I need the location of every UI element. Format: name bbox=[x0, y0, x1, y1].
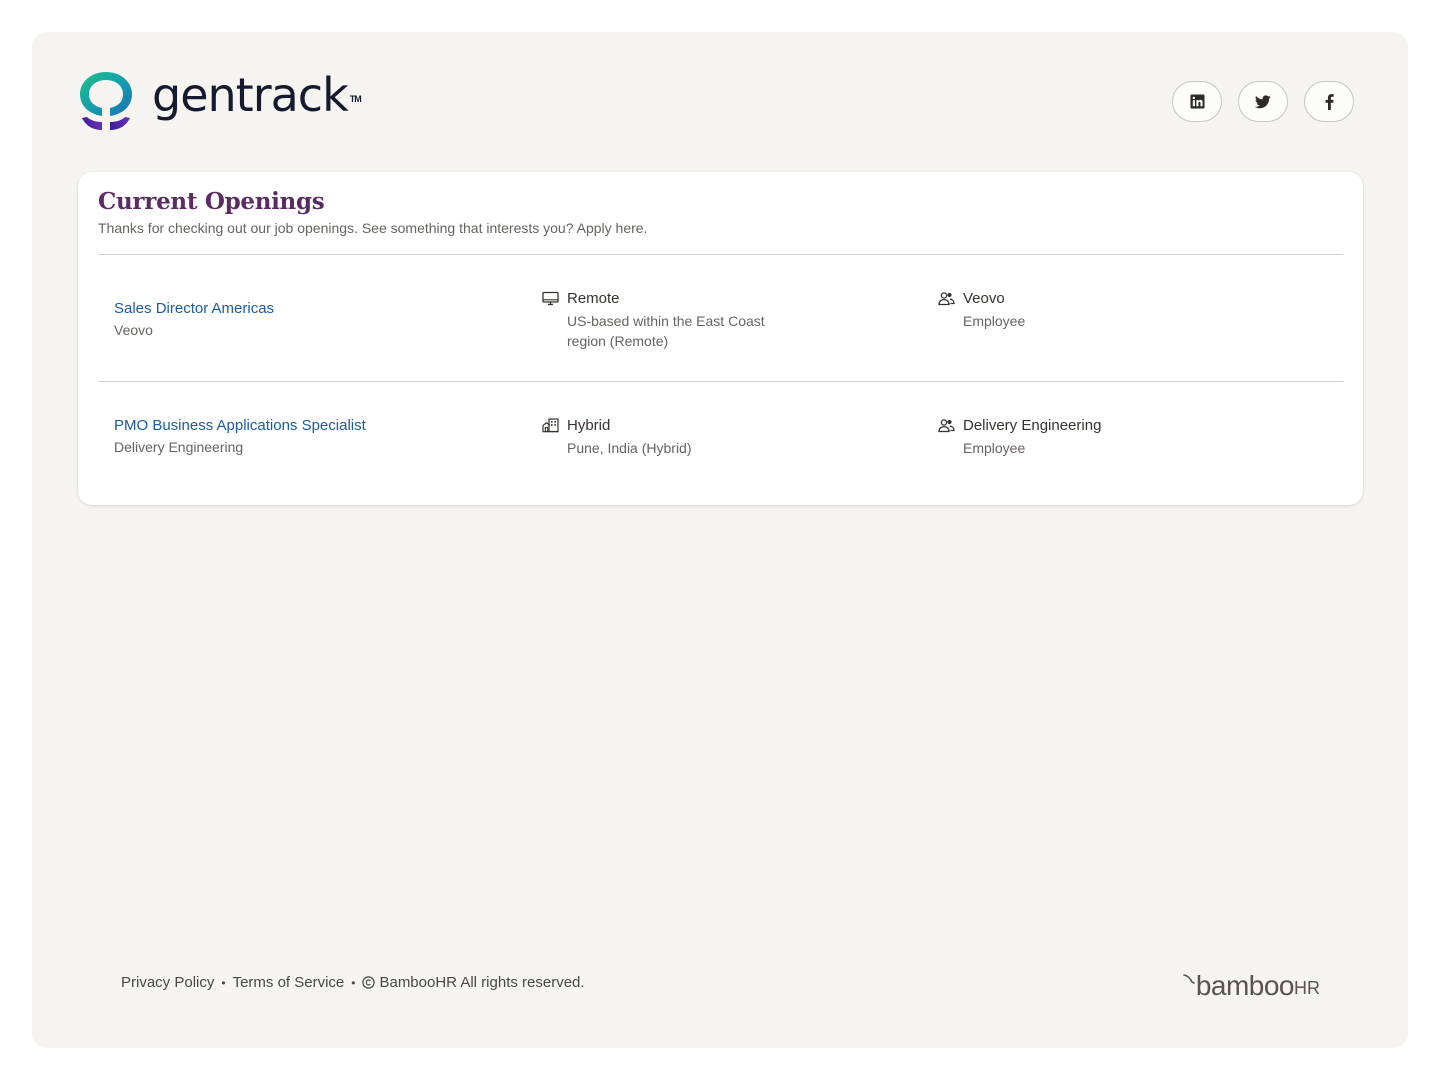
trademark-mark: TM bbox=[349, 94, 362, 104]
job-team-col: Veovo Employee bbox=[938, 290, 1025, 331]
twitter-icon bbox=[1255, 94, 1271, 108]
job-title-col: PMO Business Applications Specialist Del… bbox=[114, 417, 366, 455]
copyright-text: BambooHR All rights reserved. bbox=[379, 974, 585, 991]
employment-type: Employee bbox=[963, 440, 1026, 456]
bamboohr-suffix: HR bbox=[1294, 978, 1320, 998]
people-icon bbox=[938, 419, 955, 433]
copyright-icon bbox=[362, 976, 376, 989]
team-name: Delivery Engineering bbox=[963, 417, 1102, 434]
page-title: Current Openings bbox=[98, 188, 325, 215]
job-row: PMO Business Applications Specialist Del… bbox=[98, 417, 1343, 527]
divider bbox=[98, 381, 1343, 382]
job-title-link[interactable]: Sales Director Americas bbox=[114, 300, 274, 317]
gentrack-logo-icon bbox=[80, 72, 132, 130]
people-icon bbox=[938, 292, 955, 306]
job-location-col: Hybrid Pune, India (Hybrid) bbox=[542, 417, 792, 458]
job-title-col: Sales Director Americas Veovo bbox=[114, 300, 274, 338]
terms-of-service-link[interactable]: Terms of Service bbox=[233, 974, 345, 991]
divider bbox=[98, 254, 1343, 255]
openings-card: Current Openings Thanks for checking out… bbox=[78, 172, 1363, 505]
team-name: Veovo bbox=[963, 290, 1005, 307]
job-department: Delivery Engineering bbox=[114, 439, 244, 455]
separator-dot: • bbox=[221, 975, 226, 990]
monitor-icon bbox=[542, 291, 559, 306]
job-department: Veovo bbox=[114, 322, 153, 338]
job-row: Sales Director Americas Veovo Remote US-… bbox=[98, 290, 1343, 400]
job-location-col: Remote US-based within the East Coast re… bbox=[542, 290, 792, 351]
employment-type: Employee bbox=[963, 313, 1026, 329]
linkedin-button[interactable] bbox=[1172, 81, 1222, 122]
twitter-button[interactable] bbox=[1238, 81, 1288, 122]
logo-wordmark: gentrack TM bbox=[152, 68, 362, 122]
location-type: Hybrid bbox=[567, 417, 611, 434]
hybrid-building-icon bbox=[542, 418, 559, 433]
linkedin-icon bbox=[1189, 94, 1205, 109]
bamboohr-wordmark: bamboo bbox=[1195, 970, 1295, 1001]
page-frame: gentrack TM Current Openings Thanks for c… bbox=[32, 32, 1408, 1048]
footer-links: Privacy Policy • Terms of Service • Bamb… bbox=[121, 974, 585, 991]
company-logo[interactable]: gentrack TM bbox=[78, 68, 362, 132]
social-links bbox=[1172, 81, 1354, 122]
page-subtitle: Thanks for checking out our job openings… bbox=[98, 220, 648, 236]
bamboohr-logo[interactable]: bamboo HR bbox=[1183, 970, 1320, 1002]
separator-dot: • bbox=[351, 975, 356, 990]
job-team-col: Delivery Engineering Employee bbox=[938, 417, 1101, 458]
facebook-icon bbox=[1325, 93, 1334, 110]
bamboo-leaf-icon bbox=[1183, 974, 1195, 984]
job-location: US-based within the East Coast region (R… bbox=[567, 313, 765, 349]
job-title-link[interactable]: PMO Business Applications Specialist bbox=[114, 417, 366, 434]
facebook-button[interactable] bbox=[1304, 81, 1354, 122]
location-type: Remote bbox=[567, 290, 620, 307]
job-location: Pune, India (Hybrid) bbox=[567, 440, 692, 456]
privacy-policy-link[interactable]: Privacy Policy bbox=[121, 974, 214, 991]
